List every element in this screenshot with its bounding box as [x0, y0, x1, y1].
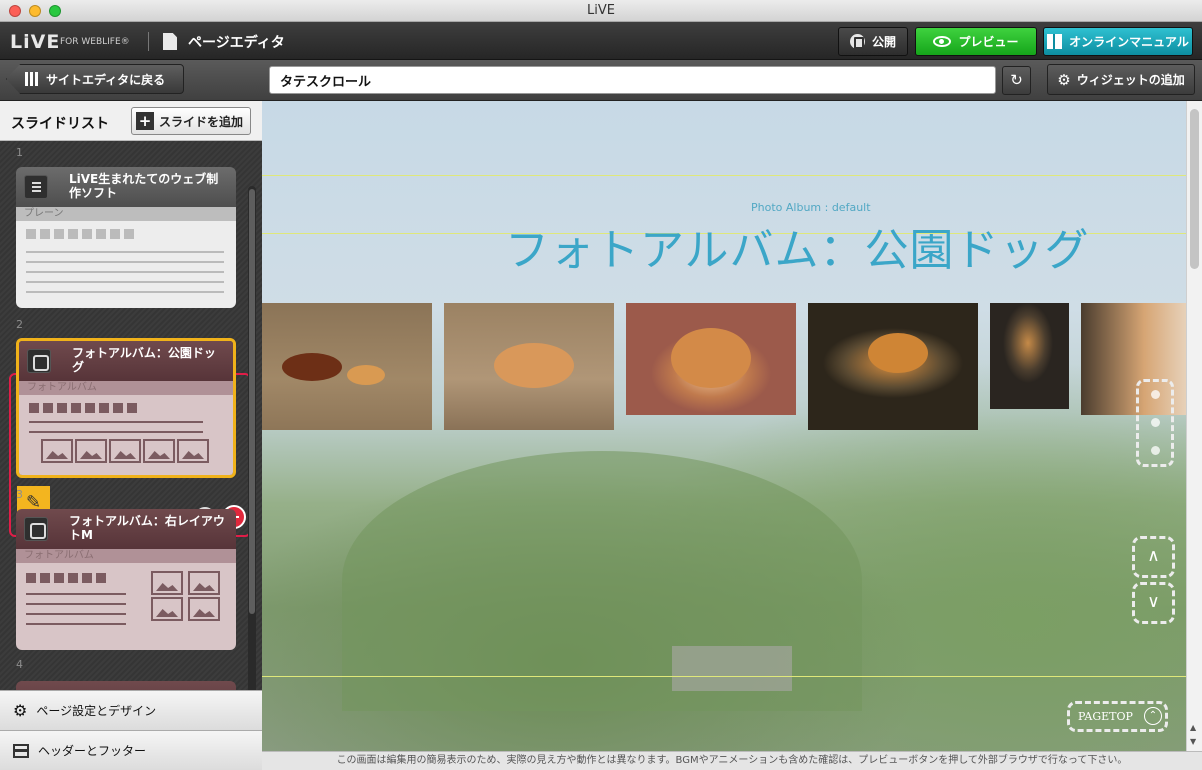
slide-card-3[interactable]: フォトアルバム：右レイアウトM フォトアルバム [16, 509, 236, 650]
slide-list-header: スライドリスト + スライドを追加 [0, 101, 262, 141]
camera-icon [24, 517, 48, 541]
page-settings-label: ページ設定とデザイン [36, 704, 157, 718]
app-logo-subtitle: FOR WEBLIFE® [60, 37, 130, 47]
live-app-window: LiVE LiVE FOR WEBLIFE® ページエディタ 公開 プレビュー … [0, 0, 1202, 770]
album-photo-5[interactable] [990, 303, 1069, 409]
reload-icon: ↻ [1010, 71, 1023, 89]
page-title-input[interactable] [269, 66, 996, 94]
slide-card-1[interactable]: LiVE生まれたてのウェブ制作ソフト プレーン [16, 167, 236, 308]
header-footer-icon [13, 743, 29, 758]
slide-card-preview [16, 221, 236, 308]
page-editor-title: ページエディタ [188, 35, 285, 51]
slide-card-header [16, 681, 236, 690]
add-widget-button[interactable]: ⚙ ウィジェットの追加 [1047, 64, 1195, 95]
publish-button[interactable]: 公開 [838, 27, 908, 56]
slide-card-type: プレーン [16, 207, 236, 221]
page-canvas[interactable]: Photo Album : default フォトアルバム：公園ドッグ ∧ ∨ … [262, 101, 1186, 751]
slide-card-2[interactable]: フォトアルバム：公園ドッグ フォトアルバム [16, 338, 236, 478]
slide-card-header: フォトアルバム：右レイアウトM [16, 509, 236, 549]
text-document-icon [24, 175, 48, 199]
slide-card-header: フォトアルバム：公園ドッグ [19, 341, 233, 381]
slide-card-4[interactable] [16, 681, 236, 690]
publish-label: 公開 [871, 35, 896, 49]
album-photo-3[interactable] [626, 303, 796, 415]
book-icon [1047, 34, 1063, 49]
album-photo-2[interactable] [444, 303, 614, 430]
canvas-scrollbar[interactable]: ▲ ▼ [1186, 101, 1202, 751]
header-divider [148, 32, 149, 51]
add-widget-label: ウィジェットの追加 [1076, 73, 1185, 87]
scroll-up-button[interactable]: ∧ [1132, 536, 1175, 578]
album-title[interactable]: フォトアルバム：公園ドッグ [505, 214, 1090, 278]
pagetop-arrow-icon: ⌃ [1144, 707, 1162, 725]
eye-icon [933, 36, 952, 47]
slide-dot[interactable] [1151, 418, 1160, 427]
columns-icon [25, 72, 38, 86]
slide-list-title: スライドリスト [11, 116, 109, 132]
slide-number: 3 [16, 488, 23, 501]
pagetop-button[interactable]: PAGETOP ⌃ [1067, 701, 1168, 732]
gear-icon: ⚙ [1057, 70, 1071, 89]
slide-card-header: LiVE生まれたてのウェブ制作ソフト [16, 167, 236, 207]
album-photo-1[interactable] [262, 303, 432, 430]
preview-label: プレビュー [958, 35, 1019, 49]
guide-line [262, 175, 1186, 176]
pagetop-label: PAGETOP [1078, 710, 1133, 723]
header-footer-label: ヘッダーとフッター [38, 744, 147, 758]
slide-dot-navigation[interactable] [1136, 379, 1174, 467]
plus-icon: + [136, 112, 154, 130]
back-to-site-editor-button[interactable]: サイトエディタに戻る [6, 64, 184, 94]
gear-icon: ⚙ [13, 701, 28, 720]
slide-dot[interactable] [1151, 390, 1160, 399]
back-to-site-editor-label: サイトエディタに戻る [46, 72, 166, 87]
document-icon [163, 33, 177, 50]
online-manual-button[interactable]: オンラインマニュアル [1043, 27, 1193, 56]
preview-button[interactable]: プレビュー [915, 27, 1037, 56]
slide-card-title: フォトアルバム：公園ドッグ [72, 346, 216, 374]
slide-list-scrollbar-thumb[interactable] [249, 189, 255, 614]
page-settings-button[interactable]: ⚙ ページ設定とデザイン [0, 690, 262, 730]
scroll-up-arrow-icon[interactable]: ▲ [1190, 723, 1196, 732]
window-title: LiVE [587, 3, 615, 18]
slide-card-preview [16, 563, 236, 650]
slide-card-type: フォトアルバム [16, 549, 236, 563]
editor-notice: この画面は編集用の簡易表示のため、実際の見え方や動作とは異なります。BGMやアニ… [262, 751, 1202, 770]
add-slide-button[interactable]: + スライドを追加 [131, 107, 251, 135]
scroll-down-button[interactable]: ∨ [1132, 582, 1175, 624]
slide-card-type: フォトアルバム [19, 381, 233, 395]
scroll-down-arrow-icon[interactable]: ▼ [1190, 737, 1196, 746]
slide-number: 1 [16, 146, 23, 159]
online-manual-label: オンラインマニュアル [1069, 35, 1189, 49]
background-house [672, 646, 792, 691]
editor-toolbar: サイトエディタに戻る ↻ ⚙ ウィジェットの追加 [0, 60, 1202, 101]
slide-dot[interactable] [1151, 446, 1160, 455]
app-logo: LiVE [10, 31, 61, 53]
app-header: LiVE FOR WEBLIFE® ページエディタ 公開 プレビュー オンライン… [0, 22, 1202, 60]
slide-list[interactable]: 1 LiVE生まれたてのウェブ制作ソフト プレーン 2 フォトアルバム：公園ドッ… [0, 141, 262, 690]
album-subtitle: Photo Album : default [751, 201, 871, 214]
guide-line [262, 676, 1186, 677]
slide-card-preview [19, 395, 233, 475]
header-footer-button[interactable]: ヘッダーとフッター [0, 730, 262, 770]
album-photo-4[interactable] [808, 303, 978, 430]
slide-card-title: フォトアルバム：右レイアウトM [69, 514, 225, 542]
reload-button[interactable]: ↻ [1002, 66, 1031, 95]
canvas-scrollbar-thumb[interactable] [1190, 109, 1199, 269]
window-titlebar: LiVE [0, 0, 1202, 22]
slide-card-title: LiVE生まれたてのウェブ制作ソフト [69, 172, 219, 200]
publish-icon [849, 34, 865, 49]
add-slide-label: スライドを追加 [159, 114, 244, 129]
slide-sidebar: スライドリスト + スライドを追加 1 LiVE生まれたてのウェブ制作ソフト プ… [0, 101, 262, 770]
slide-number: 4 [16, 658, 23, 671]
slide-number: 2 [16, 318, 23, 331]
camera-icon [27, 349, 51, 373]
